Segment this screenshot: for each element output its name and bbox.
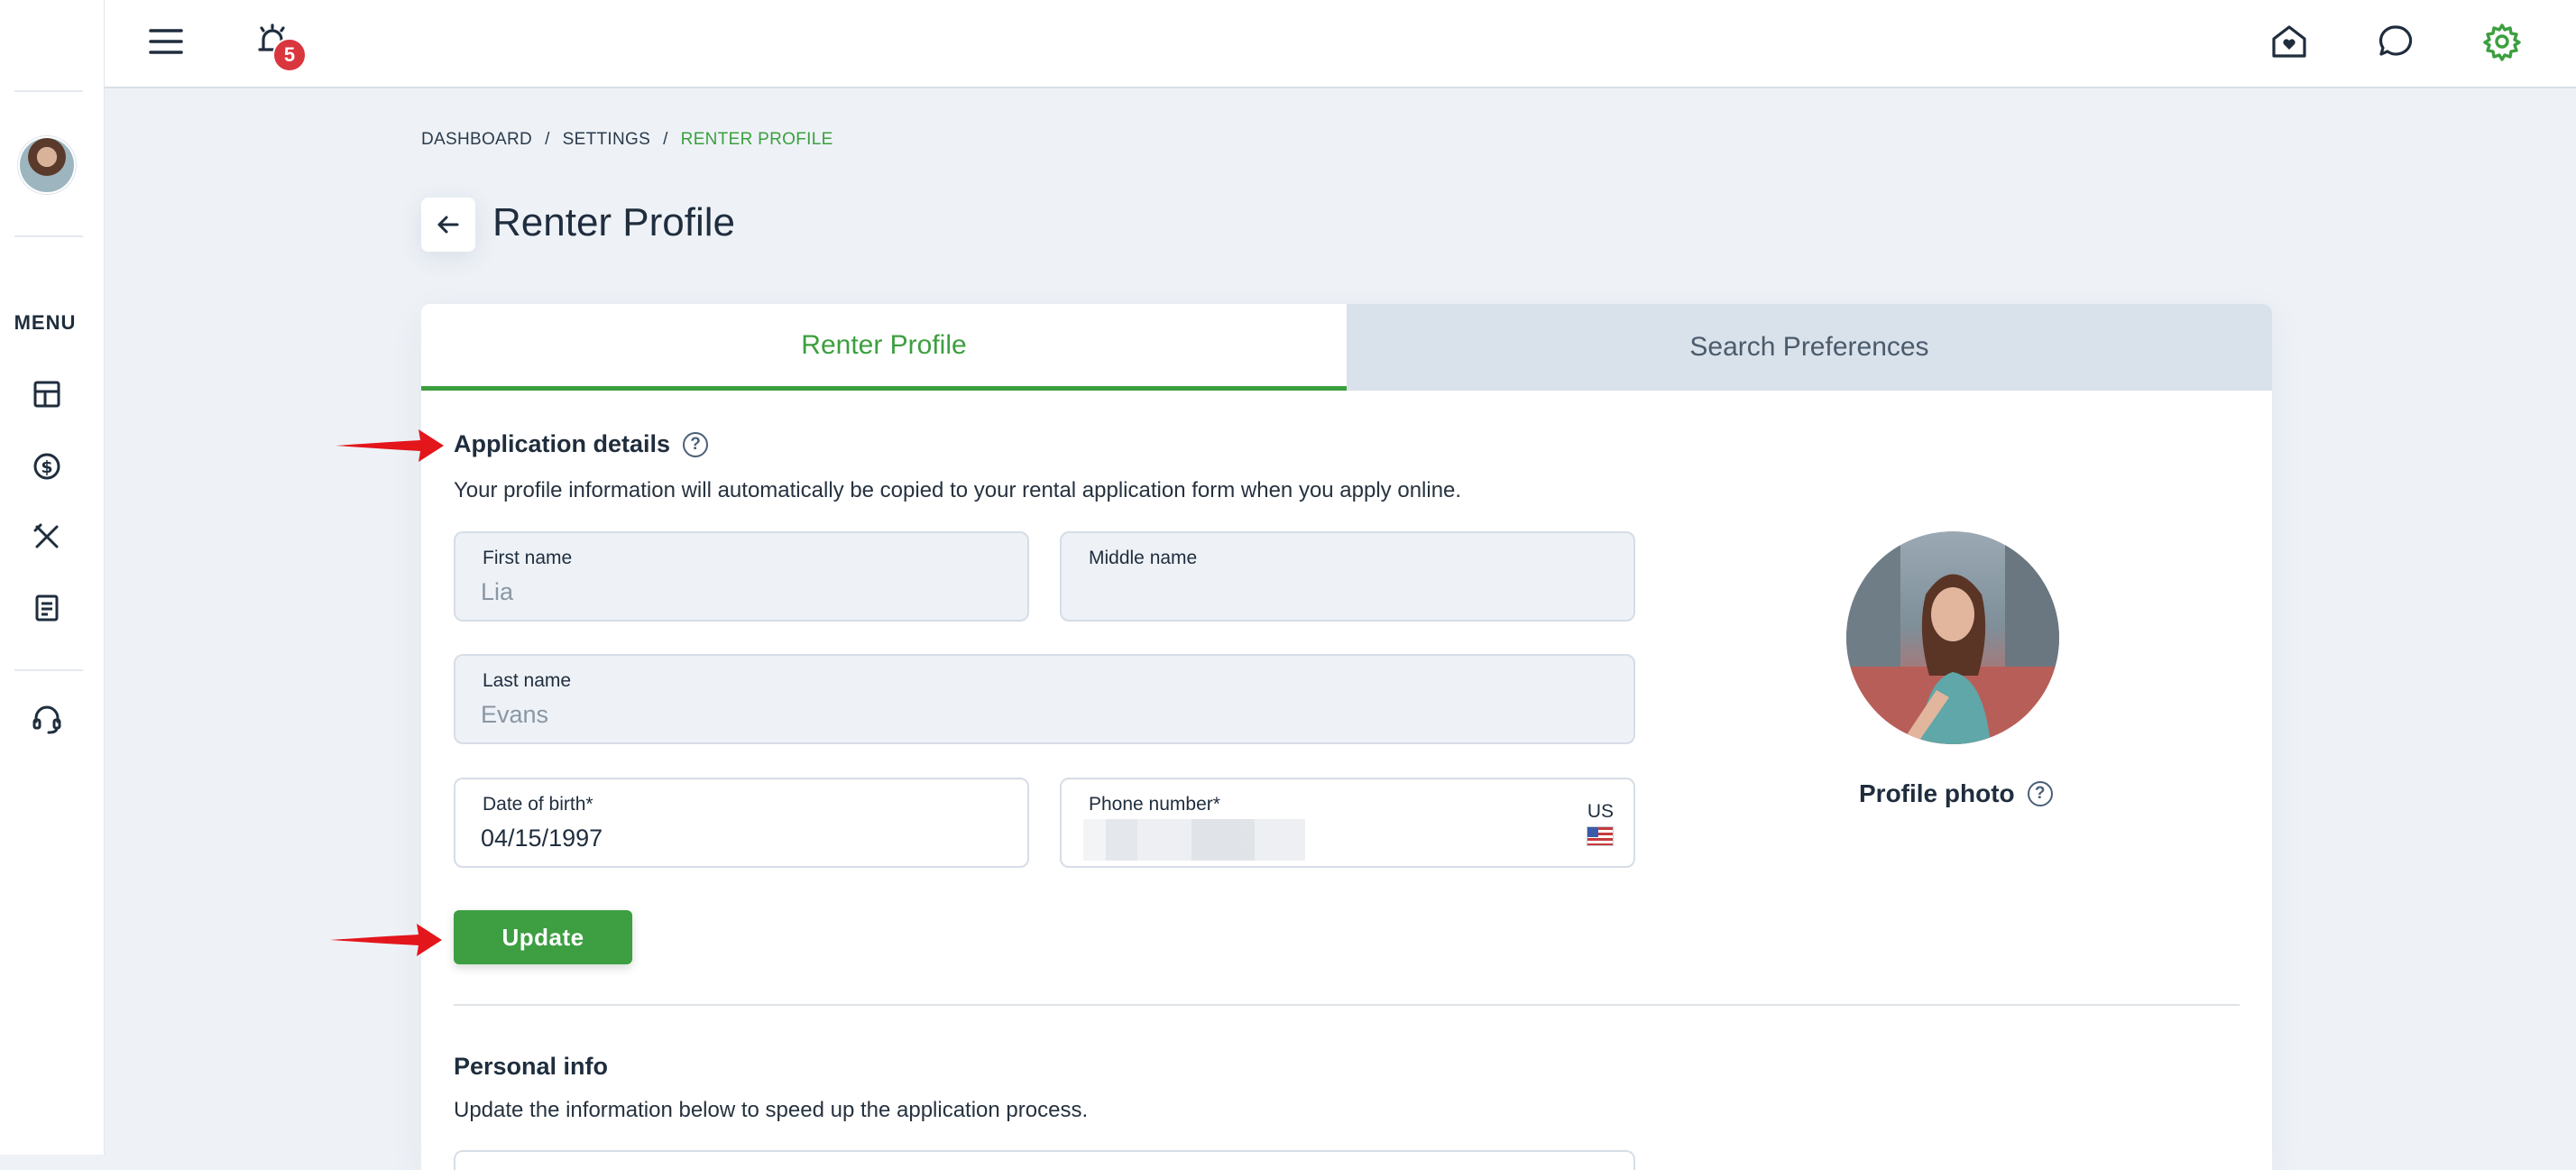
document-icon[interactable] [29, 590, 65, 626]
phone-number-field[interactable]: Phone number* US [1060, 778, 1635, 868]
personal-info-description: Update the information below to speed up… [454, 1098, 1089, 1122]
avatar[interactable] [20, 138, 74, 192]
notification-badge: 5 [272, 38, 307, 72]
tab-search-preferences[interactable]: Search Preferences [1347, 304, 2272, 391]
breadcrumb-separator: / [545, 130, 550, 149]
application-details-description: Your profile information will automatica… [454, 478, 1462, 502]
phone-number-value-redacted[interactable] [1083, 819, 1305, 861]
gear-icon[interactable] [2480, 20, 2524, 63]
phone-number-label: Phone number* [1089, 794, 1220, 815]
last-name-label: Last name [483, 670, 572, 691]
personal-info-title: Personal info [454, 1053, 609, 1080]
personal-info-heading: Personal info [454, 1053, 608, 1081]
home-heart-icon[interactable] [2268, 20, 2311, 63]
date-of-birth-input[interactable] [481, 825, 998, 852]
help-icon[interactable]: ? [683, 431, 709, 457]
help-icon[interactable]: ? [2027, 781, 2053, 806]
middle-name-field[interactable]: Middle name [1060, 531, 1635, 622]
menu-icon[interactable] [144, 20, 188, 63]
breadcrumb-settings[interactable]: SETTINGS [563, 130, 650, 150]
us-flag-icon[interactable] [1587, 826, 1614, 846]
breadcrumb-dashboard[interactable]: DASHBOARD [421, 130, 532, 150]
application-details-heading: Application details ? [454, 430, 709, 458]
application-details-title: Application details [454, 430, 671, 457]
update-button[interactable]: Update [454, 910, 632, 964]
tab-renter-profile[interactable]: Renter Profile [421, 304, 1347, 391]
profile-photo-heading: Profile photo ? [1859, 779, 2053, 808]
sidebar-divider [14, 669, 83, 671]
middle-name-label: Middle name [1089, 548, 1198, 568]
tools-icon[interactable] [29, 519, 65, 555]
profile-card: Renter Profile Search Preferences Applic… [421, 304, 2272, 1170]
annotation-arrow-icon [330, 924, 442, 956]
profile-photo[interactable] [1846, 531, 2059, 744]
last-name-field[interactable]: Last name [454, 654, 1635, 744]
menu-label: MENU [14, 311, 77, 334]
country-code[interactable]: US [1587, 801, 1614, 823]
svg-text:$: $ [41, 457, 52, 477]
breadcrumb-current: RENTER PROFILE [680, 130, 833, 149]
breadcrumb: DASHBOARD / SETTINGS / RENTER PROFILE [421, 130, 833, 150]
last-name-input[interactable] [481, 701, 1605, 729]
chat-icon[interactable] [2374, 20, 2417, 63]
first-name-input[interactable] [481, 578, 998, 606]
sidebar-divider [14, 235, 83, 237]
sidebar: MENU $ [0, 0, 105, 1155]
page-title: Renter Profile [492, 200, 736, 244]
date-of-birth-label: Date of birth* [483, 794, 593, 815]
first-name-label: First name [483, 548, 573, 568]
sidebar-divider [14, 90, 83, 92]
date-of-birth-field[interactable]: Date of birth* [454, 778, 1029, 868]
dashboard-icon[interactable] [29, 376, 65, 412]
annotation-arrow-icon [336, 429, 444, 462]
headset-icon[interactable] [29, 701, 65, 737]
top-bar: 5 [105, 0, 2576, 88]
arrow-left-icon [437, 216, 459, 234]
middle-name-input[interactable] [1087, 578, 1605, 606]
section-divider [454, 1004, 2240, 1006]
breadcrumb-separator: / [663, 130, 668, 149]
first-name-field[interactable]: First name [454, 531, 1029, 622]
dollar-icon[interactable]: $ [29, 448, 65, 484]
profile-photo-label: Profile photo [1859, 779, 2015, 807]
next-field-partial[interactable] [454, 1150, 1635, 1170]
profile-photo-image [1846, 531, 2059, 744]
back-button[interactable] [421, 198, 475, 252]
